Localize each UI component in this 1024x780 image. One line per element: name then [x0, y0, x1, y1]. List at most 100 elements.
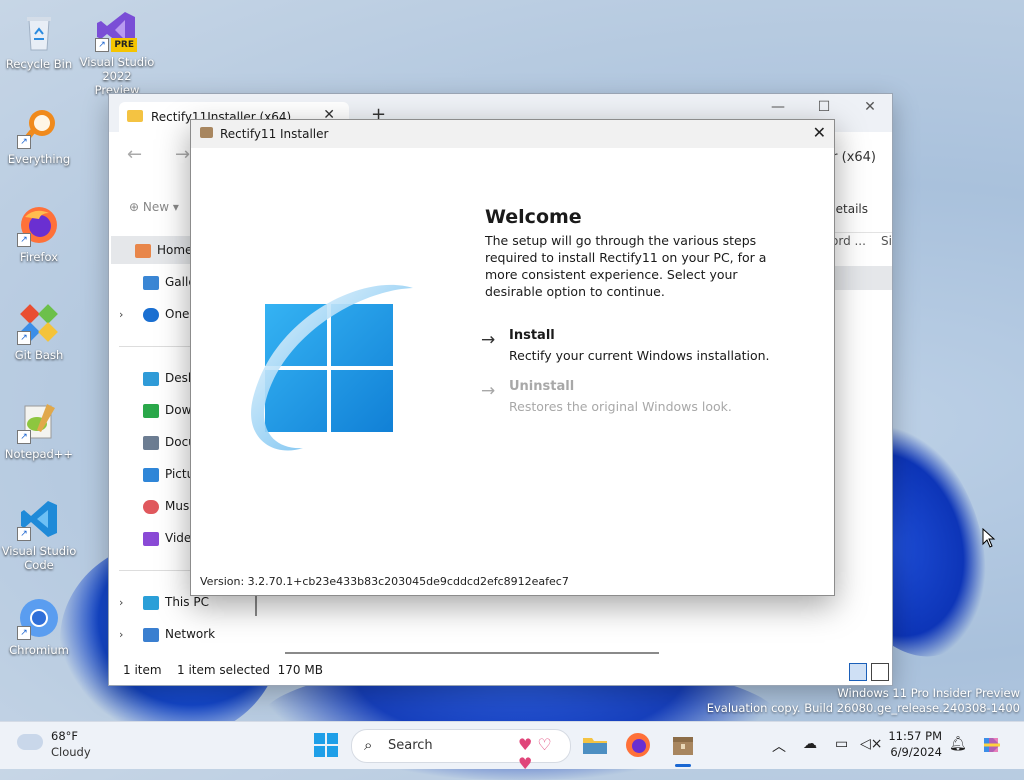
package-icon [200, 127, 213, 138]
file-explorer-taskbar-button[interactable] [580, 730, 610, 760]
details-view-button[interactable] [849, 663, 867, 681]
network-icon[interactable]: ▭ [835, 736, 848, 752]
desktop-icon-firefox[interactable]: ↗ Firefox [1, 203, 77, 264]
git-bash-icon: ↗ [17, 301, 61, 345]
desktop-icon-label: Everything [7, 152, 71, 166]
desktop-icon-chromium[interactable]: ↗ Chromium [1, 596, 77, 657]
watermark-line: Windows 11 Pro Insider Preview [837, 686, 1020, 700]
minimize-button[interactable]: — [763, 99, 793, 115]
everything-search-icon: ↗ [17, 105, 61, 149]
installer-title: Rectify11 Installer [220, 127, 329, 141]
version-label: Version: 3.2.70.1+cb23e433b83c203045de9c… [200, 575, 569, 588]
installer-dialog[interactable]: Rectify11 Installer ✕ Welcome The setup … [190, 119, 835, 596]
nav-item-network[interactable]: Network [119, 620, 259, 648]
close-window-button[interactable]: ✕ [855, 99, 885, 115]
nav-label: Network [165, 627, 216, 641]
gallery-icon [143, 275, 159, 290]
clock-date[interactable]: 6/9/2024 [886, 745, 942, 759]
desktop-icon-label: Firefox [19, 250, 59, 264]
firefox-icon [626, 733, 650, 757]
copilot-icon [984, 738, 1000, 752]
vscode-icon: ↗ [17, 497, 61, 541]
tiles-view-button[interactable] [871, 663, 889, 681]
desktop-icon-recycle-bin[interactable]: Recycle Bin [1, 10, 77, 71]
taskbar: 68°F Cloudy ⌕ Search ♥ ♡ ♥ ︿ ☁ ▭ ◁× 11:5… [0, 721, 1024, 773]
shortcut-arrow-icon: ↗ [17, 527, 31, 541]
taskbar-search-box[interactable]: ⌕ Search ♥ ♡ ♥ [351, 729, 571, 773]
desktop-icon-label: Git Bash [14, 348, 64, 362]
status-bar: 1 item 1 item selected 170 MB [109, 655, 892, 685]
arrow-right-icon: → [481, 381, 496, 401]
pre-badge: PRE [111, 38, 137, 52]
column-header[interactable]: Si [881, 234, 892, 248]
close-icon[interactable]: ✕ [813, 123, 826, 142]
column-header[interactable]: ord ... [831, 234, 866, 248]
desktop-icon-everything[interactable]: ↗ Everything [1, 105, 77, 166]
search-highlight-icon: ♥ ♡ ♥ [518, 735, 552, 773]
install-option-title: Install [509, 328, 555, 343]
desktop-icon-notepad-plus-plus[interactable]: ↗ Notepad++ [1, 400, 77, 461]
folder-icon [583, 738, 607, 754]
notification-bell-icon[interactable]: 🔔︎ [949, 736, 967, 752]
desktop-icon-label: Chromium [9, 643, 69, 657]
folder-icon [127, 110, 143, 122]
search-placeholder: Search [388, 738, 433, 753]
new-button[interactable]: ⊕ New ▾ [129, 200, 179, 214]
document-icon [143, 435, 159, 450]
mouse-cursor [982, 527, 996, 551]
firefox-icon: ↗ [17, 203, 61, 247]
desktop-icon-label: Visual Studio 2022 Preview [79, 55, 155, 97]
selected-file-row[interactable] [835, 266, 892, 290]
shortcut-arrow-icon: ↗ [17, 626, 31, 640]
firefox-taskbar-button[interactable] [623, 730, 653, 760]
notepad-plus-plus-icon: ↗ [17, 400, 61, 444]
installer-title-bar: Rectify11 Installer ✕ [191, 120, 834, 148]
new-label: New [142, 200, 170, 214]
shortcut-arrow-icon: ↗ [17, 430, 31, 444]
picture-icon [143, 467, 159, 482]
active-app-indicator [675, 764, 691, 767]
windows-start-icon [314, 733, 338, 757]
maximize-button[interactable]: ☐ [809, 99, 839, 115]
watermark-line: Evaluation copy. Build 26080.ge_release.… [706, 701, 1020, 715]
start-button[interactable] [314, 733, 338, 757]
item-count: 1 item [123, 663, 162, 677]
chromium-icon: ↗ [17, 596, 61, 640]
address-path[interactable]: r (x64) [832, 150, 876, 165]
desktop-icon-label: Recycle Bin [5, 57, 73, 71]
volume-muted-icon[interactable]: ◁× [860, 736, 883, 752]
copilot-button[interactable] [981, 734, 1003, 756]
desktop-icon-git-bash[interactable]: ↗ Git Bash [1, 301, 77, 362]
music-icon [143, 499, 159, 514]
back-arrow-icon[interactable]: ← [127, 144, 142, 165]
cloud-icon [143, 307, 159, 322]
desktop-icon-label: Notepad++ [4, 447, 74, 461]
desktop-icon [143, 371, 159, 386]
installer-taskbar-button[interactable] [668, 730, 698, 760]
recycle-bin-icon [17, 10, 61, 54]
uninstall-option-description: Restores the original Windows look. [509, 399, 732, 414]
network-icon [143, 627, 159, 642]
forward-arrow-icon[interactable]: → [175, 144, 190, 165]
windows-11-logo [243, 278, 423, 460]
package-icon [673, 737, 693, 755]
weather-condition: Cloudy [51, 745, 91, 759]
download-icon [143, 403, 159, 418]
horizontal-scrollbar[interactable] [285, 652, 659, 654]
shortcut-arrow-icon: ↗ [95, 38, 109, 52]
selection-info: 1 item selected 170 MB [177, 663, 323, 677]
clock-time[interactable]: 11:57 PM [886, 729, 942, 743]
plus-circle-icon: ⊕ [129, 200, 140, 214]
onedrive-offline-icon[interactable]: ☁ [803, 736, 817, 752]
chevron-up-icon[interactable]: ︿ [772, 736, 786, 756]
shortcut-arrow-icon: ↗ [17, 135, 31, 149]
arrow-right-icon: → [481, 330, 496, 350]
nav-label: Home [157, 243, 193, 257]
shortcut-arrow-icon: ↗ [17, 233, 31, 247]
desktop-icon-visual-studio-preview[interactable]: ↗ PRE Visual Studio 2022 Preview [79, 8, 155, 97]
home-icon [135, 243, 151, 258]
install-option-description: Rectify your current Windows installatio… [509, 348, 770, 363]
desktop-icon-vscode[interactable]: ↗ Visual Studio Code [1, 497, 77, 572]
weather-temperature: 68°F [51, 729, 78, 743]
uninstall-option-title: Uninstall [509, 379, 575, 394]
